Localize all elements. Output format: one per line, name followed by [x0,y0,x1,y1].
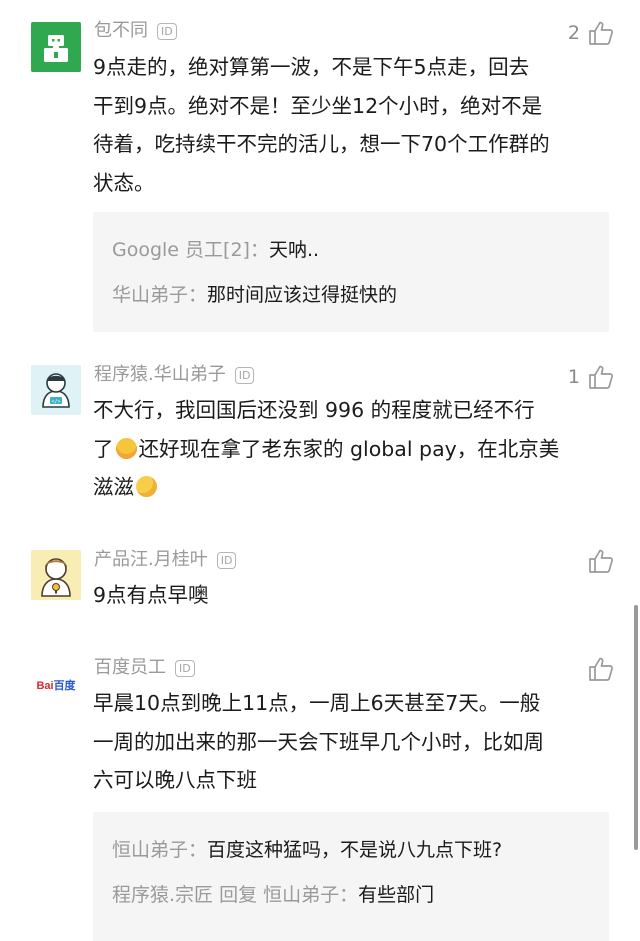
baidu-logo-icon: Bai百度 [36,680,76,692]
username-text[interactable]: 包不同 [94,19,148,43]
reply-text: 那时间应该过得挺快的 [207,284,398,306]
avatar[interactable] [31,550,81,600]
avatar[interactable]: </> [31,365,81,415]
comment-line: 状态。 [93,170,155,195]
reply-item[interactable]: 恒山弟子：百度这种猛吗，不是说八九点下班? [112,837,502,863]
user-robot-icon [44,35,68,62]
thumbs-up-icon[interactable] [588,364,614,390]
scrollbar[interactable] [634,605,638,850]
reply-author[interactable]: 程序猿.宗匠 回复 恒山弟子： [112,884,358,906]
like-button[interactable]: 2 [568,20,614,46]
reply-author[interactable]: 恒山弟子： [112,839,207,861]
like-button[interactable] [580,548,614,574]
username[interactable]: 百度员工 ID [94,656,195,680]
reply-text: 有些部门 [358,884,435,906]
comment-text: 不大行，我回国后还没到 996 的程度就已经不行 了还好现在拿了老东家的 glo… [93,391,593,507]
username-text[interactable]: 百度员工 [94,656,166,680]
comment-line: 了还好现在拿了老东家的 global pay，在北京美 [93,436,560,461]
reply-author[interactable]: 华山弟子： [112,284,207,306]
reply-box[interactable]: 恒山弟子：百度这种猛吗，不是说八九点下班? 程序猿.宗匠 回复 恒山弟子：有些部… [93,812,609,941]
reply-item[interactable]: 华山弟子：那时间应该过得挺快的 [112,282,397,308]
username[interactable]: 包不同 ID [94,19,177,43]
thumbs-up-icon[interactable] [588,548,614,574]
comment-line: 滋滋 [93,468,593,507]
id-badge: ID [175,659,195,677]
like-button[interactable]: 1 [568,364,614,390]
reply-item[interactable]: Google 员工[2]：天呐.. [112,237,319,263]
product-avatar-icon [31,550,81,600]
comment-line: 9点有点早噢 [93,583,209,607]
like-count: 1 [567,366,580,388]
like-count: 2 [567,22,580,44]
comment-line: 一周的加出来的那一天会下班早几个小时，比如周 [93,729,544,754]
reply-author[interactable]: Google 员工[2]： [112,239,269,261]
comment-line: 早晨10点到晚上11点，一周上6天甚至7天。一般 [93,691,541,715]
username[interactable]: 产品汪.月桂叶 ID [94,548,237,572]
shy-emoji-icon [136,476,157,497]
comment-text: 9点有点早噢 [93,576,593,615]
comment-line: 待着，吃持续干不完的活儿，想一下70个工作群的 [93,132,550,156]
thumbs-up-icon[interactable] [588,656,614,682]
like-button[interactable] [580,656,614,682]
username-text[interactable]: 程序猿.华山弟子 [94,363,226,387]
comment-text: 9点走的，绝对算第一波，不是下午5点走，回去 干到9点。绝对不是！至少坐12个小… [93,48,593,202]
comment-line: 六可以晚八点下班 [93,768,257,792]
comment-text: 早晨10点到晚上11点，一周上6天甚至7天。一般 一周的加出来的那一天会下班早几… [93,684,593,800]
avatar[interactable]: Bai百度 [31,660,81,710]
reply-item[interactable]: 程序猿.宗匠 回复 恒山弟子：有些部门 [112,882,434,908]
comment-line: 9点走的，绝对算第一波，不是下午5点走，回去 [93,55,530,79]
reply-box[interactable]: Google 员工[2]：天呐.. 华山弟子：那时间应该过得挺快的 [93,212,609,332]
laugh-cry-emoji-icon [115,437,137,459]
username-text[interactable]: 产品汪.月桂叶 [94,548,208,572]
thumbs-up-icon[interactable] [588,20,614,46]
username[interactable]: 程序猿.华山弟子 ID [94,363,255,387]
avatar[interactable] [31,22,81,72]
reply-text: 天呐.. [268,239,320,261]
id-badge: ID [157,22,177,40]
svg-text:</>: </> [51,399,60,405]
comment-line: 干到9点。绝对不是！至少坐12个小时，绝对不是 [93,93,543,118]
reply-text: 百度这种猛吗，不是说八九点下班? [207,839,503,861]
id-badge: ID [216,551,237,569]
id-badge: ID [234,366,255,384]
coder-avatar-icon: </> [31,365,81,415]
comment-line: 不大行，我回国后还没到 996 的程度就已经不行 [93,398,535,422]
